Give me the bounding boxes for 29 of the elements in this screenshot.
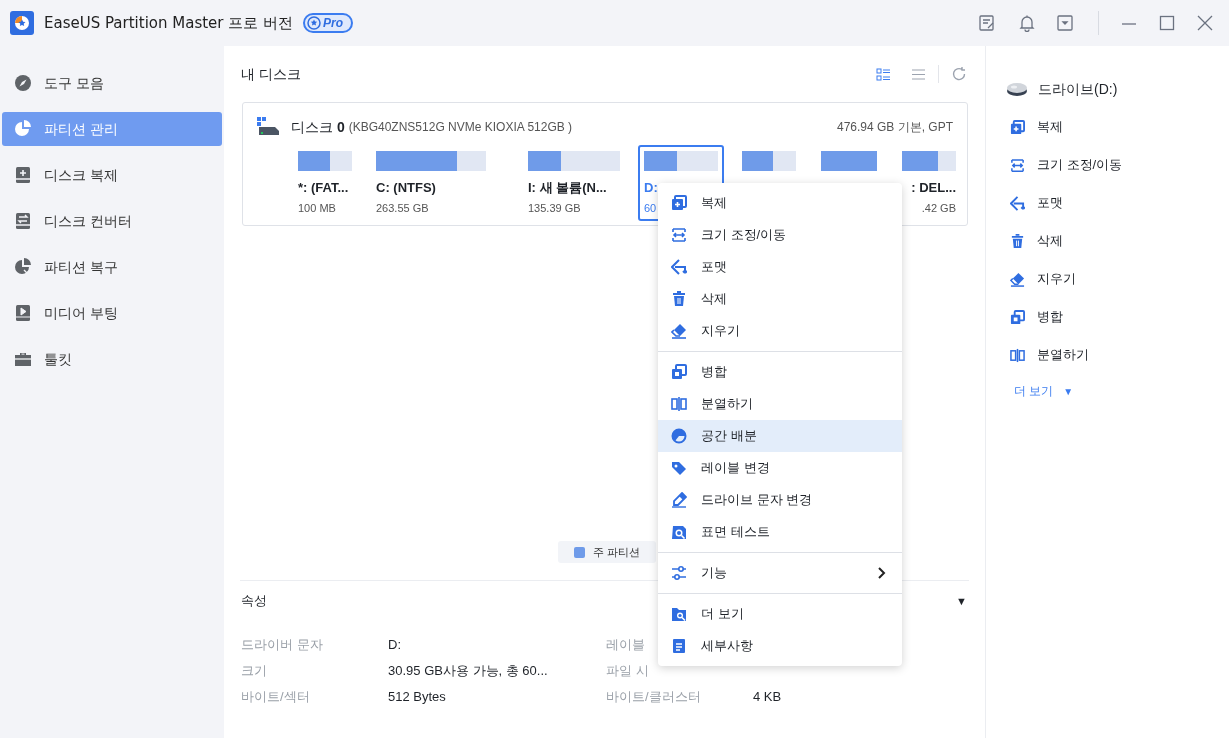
property-label: 바이트/클러스터 [606, 689, 701, 705]
partition-label: D: [644, 179, 658, 197]
partition-size: 100 MB [298, 200, 336, 216]
window-title: EaseUS Partition Master 프로 버전 [44, 12, 294, 34]
property-value: 30.95 GB사용 가능, 총 60... [388, 663, 548, 679]
disk-info: 476.94 GB 기본, GPT [836, 119, 953, 136]
partition-label: *: (FAT... [298, 179, 349, 197]
partition-size: .42 GB [921, 200, 956, 216]
partition-label: : DEL... [911, 179, 956, 197]
property-label: 드라이버 문자 [241, 637, 323, 653]
partition-size: 60 [644, 200, 657, 216]
disk-name: 디스크 0 [291, 117, 345, 137]
property-label: 파일 시 [606, 663, 649, 679]
partition-label: I: 새 볼륨(N... [528, 179, 607, 197]
property-value: 512 Bytes [388, 689, 446, 705]
legend-chip: 주 파티션 [557, 541, 657, 563]
partition-label: C: (NTFS) [376, 179, 436, 197]
pro-badge: Pro [303, 13, 354, 33]
property-label: 바이트/섹터 [241, 689, 310, 705]
property-label: 레이블 [606, 637, 645, 653]
property-value: D: [388, 637, 401, 653]
section-title: 내 디스크 [241, 64, 301, 84]
disk-model: (KBG40ZNS512G NVMe KIOXIA 512GB ) [348, 119, 573, 136]
partition-size: 135.39 GB [528, 200, 581, 216]
drive-title: 드라이브(D:) [1038, 79, 1118, 99]
property-label: 크기 [241, 663, 267, 679]
properties-title: 속성 [241, 592, 267, 611]
property-value: 4 KB [753, 688, 782, 707]
partition-size: 263.55 GB [376, 200, 429, 216]
